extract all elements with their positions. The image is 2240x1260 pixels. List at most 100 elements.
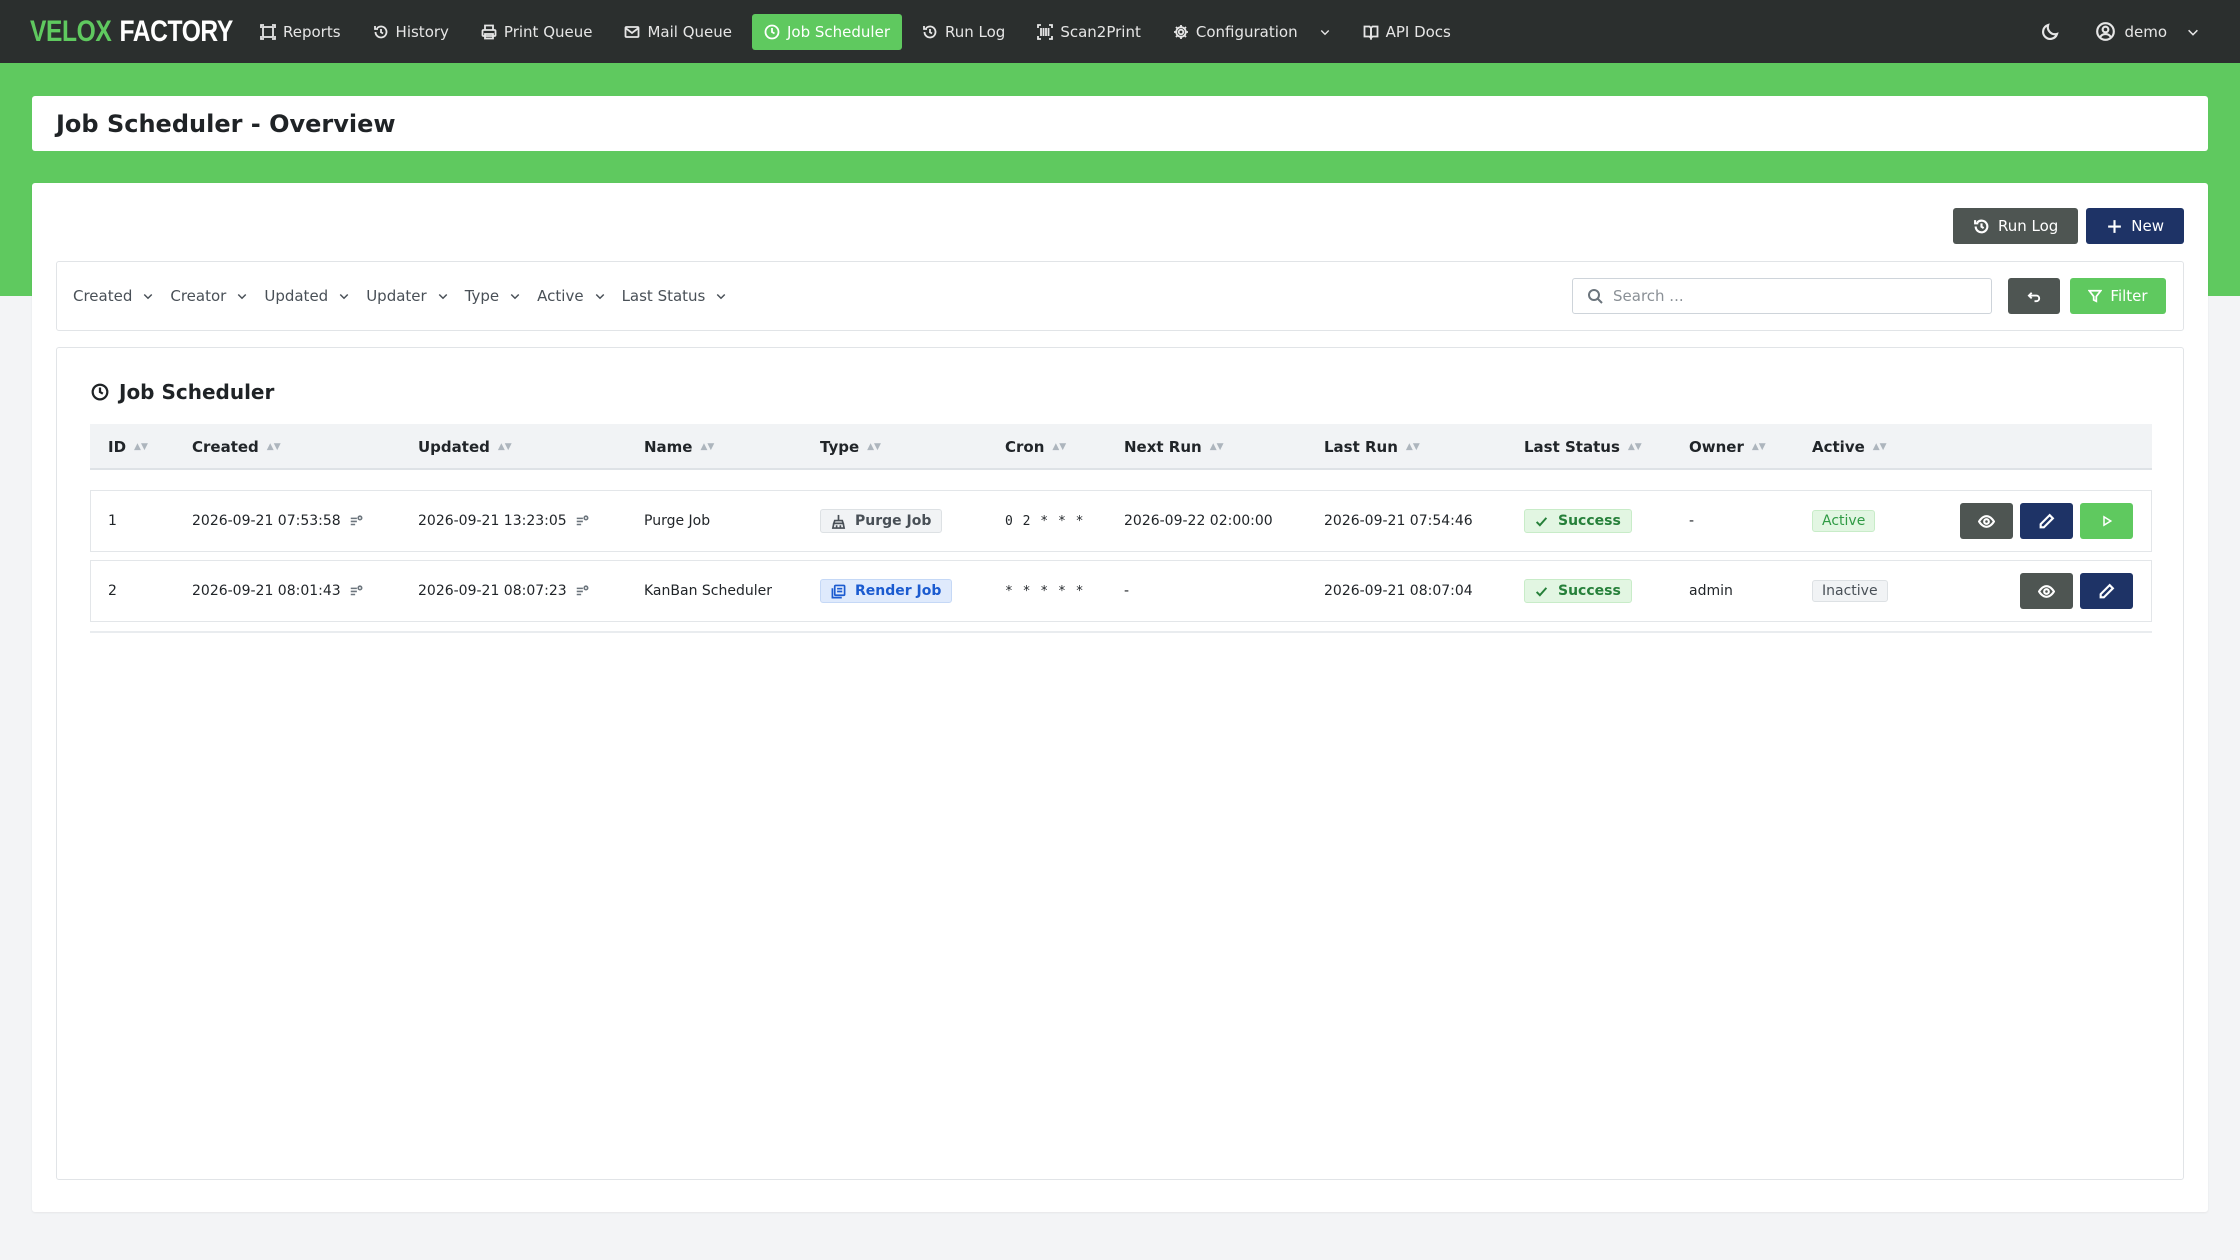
nav-right: demo (2041, 0, 2200, 63)
history-list-icon[interactable] (349, 584, 363, 598)
filter-label: Active (537, 287, 584, 305)
nav-item-api-docs[interactable]: API Docs (1351, 14, 1463, 50)
filter-creator[interactable]: Creator (170, 287, 248, 305)
mail-icon (625, 25, 640, 38)
scan-icon (1037, 23, 1054, 40)
sort-icon: ▲▼ (1751, 442, 1766, 452)
column-header-next-run[interactable]: Next Run ▲▼ (1124, 424, 1224, 470)
nav-item-run-log[interactable]: Run Log (910, 14, 1017, 50)
play-icon (2102, 515, 2112, 527)
column-header-last-run[interactable]: Last Run ▲▼ (1324, 424, 1420, 470)
pencil-icon (2039, 513, 2055, 528)
filter-button[interactable]: Filter (2070, 278, 2166, 314)
chevron-down-icon (339, 293, 349, 300)
filter-active[interactable]: Active (537, 287, 605, 305)
brand-part-2: FACTORY (119, 15, 234, 48)
column-header-id[interactable]: ID ▲▼ (108, 424, 148, 470)
history-icon (923, 25, 937, 38)
filter-last-status[interactable]: Last Status (622, 287, 728, 305)
book-icon (1363, 25, 1378, 40)
cell-next-run: - (1124, 583, 1130, 599)
type-badge: Render Job (820, 579, 953, 603)
cell-last-status: Success (1524, 491, 1632, 551)
cell-last-run: 2026-09-21 07:54:46 (1324, 513, 1473, 529)
chevron-down-icon (2188, 29, 2198, 36)
sort-icon: ▲▼ (134, 442, 148, 452)
sort-icon: ▲▼ (867, 442, 881, 452)
run-log-button[interactable]: Run Log (1952, 208, 2079, 244)
reports-icon (260, 23, 276, 40)
cell-owner: admin (1689, 583, 1733, 599)
eye-icon (1978, 514, 1995, 528)
table-bottom-border (90, 631, 2152, 633)
filter-label: Last Status (621, 287, 706, 305)
filter-button-label: Filter (2110, 287, 2148, 305)
table-row[interactable]: 2 2026-09-21 08:01:43 2026-09-21 08:07:2… (90, 560, 2152, 622)
moon-icon[interactable] (2041, 22, 2060, 41)
column-header-name[interactable]: Name ▲▼ (644, 424, 714, 470)
history-icon (373, 25, 387, 38)
cell-active: Active (1812, 491, 1876, 551)
reset-filter-button[interactable] (2008, 278, 2060, 314)
chevron-down-icon (510, 293, 520, 300)
new-label: New (2131, 217, 2164, 235)
nav-item-history[interactable]: History (361, 14, 461, 50)
nav-item-print-queue[interactable]: Print Queue (469, 14, 605, 50)
cell-name: KanBan Scheduler (644, 583, 772, 599)
column-header-type[interactable]: Type ▲▼ (820, 424, 881, 470)
filter-type[interactable]: Type (465, 287, 521, 305)
cell-last-run: 2026-09-21 08:07:04 (1324, 583, 1473, 599)
history-list-icon[interactable] (349, 514, 363, 528)
nav-item-mail-queue[interactable]: Mail Queue (612, 14, 744, 50)
nav-item-label: Reports (283, 22, 341, 41)
clock-icon (764, 24, 780, 39)
cell-type: Render Job (820, 561, 953, 621)
view-button[interactable] (1960, 503, 2013, 539)
search-input[interactable] (1613, 287, 1973, 305)
main-card: Run Log New Created Creator Updated Upda… (32, 183, 2208, 1212)
top-navbar: VELOX FACTORY Reports History Print Queu… (0, 0, 2240, 63)
page-title: Job Scheduler - Overview (56, 109, 396, 138)
broom-icon (831, 514, 846, 529)
column-header-created[interactable]: Created ▲▼ (192, 424, 281, 470)
edit-button[interactable] (2020, 503, 2073, 539)
undo-icon (2027, 291, 2040, 302)
column-header-updated[interactable]: Updated ▲▼ (418, 424, 512, 470)
nav-item-configuration[interactable]: Configuration (1161, 14, 1343, 50)
cell-cron: * * * * * (1005, 583, 1085, 599)
sort-icon: ▲▼ (266, 442, 281, 452)
filter-updater[interactable]: Updater (366, 287, 449, 305)
new-button[interactable]: New (2086, 208, 2184, 244)
cell-created: 2026-09-21 08:01:43 (192, 561, 363, 621)
run-log-label: Run Log (1997, 217, 2059, 235)
column-header-cron[interactable]: Cron ▲▼ (1005, 424, 1066, 470)
history-list-icon[interactable] (575, 584, 589, 598)
user-circle-icon (2096, 22, 2116, 41)
table-row[interactable]: 1 2026-09-21 07:53:58 2026-09-21 13:23:0… (90, 490, 2152, 552)
nav-item-reports[interactable]: Reports (248, 14, 353, 50)
filter-label: Created (73, 287, 133, 305)
history-list-icon[interactable] (575, 514, 589, 528)
cell-next-run: 2026-09-22 02:00:00 (1124, 513, 1273, 529)
nav-item-job-scheduler[interactable]: Job Scheduler (752, 13, 902, 50)
user-menu[interactable]: demo (2096, 22, 2200, 41)
run-button[interactable] (2080, 503, 2133, 539)
edit-button[interactable] (2080, 573, 2133, 609)
filter-created[interactable]: Created (73, 287, 154, 305)
filter-updated[interactable]: Updated (264, 287, 350, 305)
brand-logo[interactable]: VELOX FACTORY (30, 14, 233, 50)
filter-bar: Created Creator Updated Updater Type Act… (56, 261, 2184, 331)
render-icon (831, 584, 846, 598)
cell-owner: - (1689, 513, 1695, 529)
active-badge: Inactive (1812, 580, 1888, 602)
view-button[interactable] (2020, 573, 2073, 609)
column-header-owner[interactable]: Owner ▲▼ (1689, 424, 1766, 470)
nav-item-scan2print[interactable]: Scan2Print (1025, 14, 1153, 50)
nav-item-label: Scan2Print (1060, 22, 1141, 41)
status-badge: Success (1524, 579, 1632, 603)
cell-active: Inactive (1812, 561, 1888, 621)
chevron-down-icon (238, 293, 247, 300)
column-header-last-status[interactable]: Last Status ▲▼ (1524, 424, 1642, 470)
panel-title: Job Scheduler (91, 380, 274, 404)
column-header-active[interactable]: Active ▲▼ (1812, 424, 1887, 470)
